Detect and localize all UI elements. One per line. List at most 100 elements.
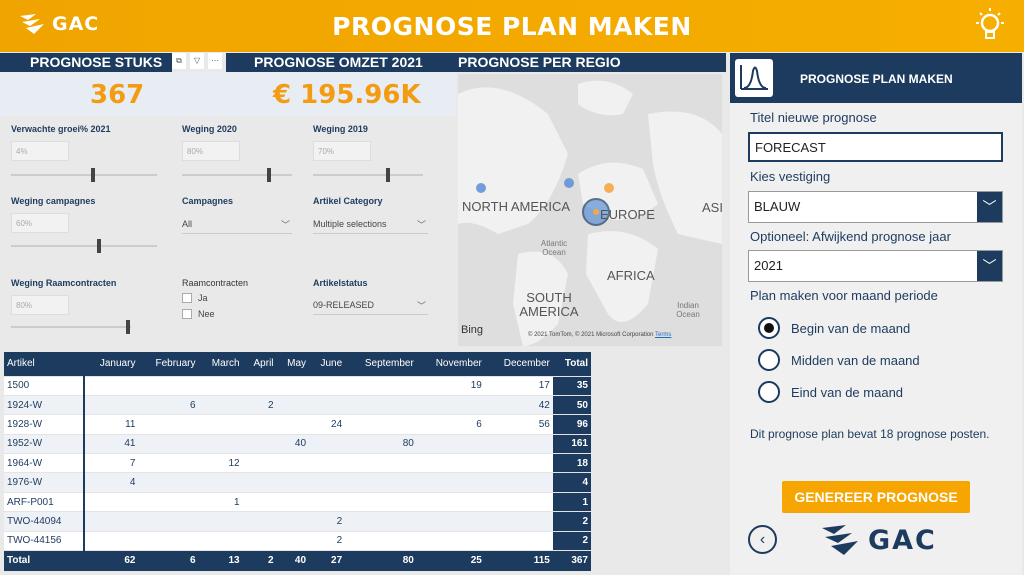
bell-curve-icon [735, 59, 773, 97]
table-cell: 42 [484, 394, 553, 415]
radio-label: Begin van de maand [791, 320, 911, 336]
w2020-slider-handle[interactable] [267, 168, 271, 182]
wraam-slider[interactable] [11, 320, 131, 334]
region-bubble[interactable] [604, 183, 614, 193]
radio-selected-icon[interactable] [758, 317, 780, 339]
campagnes-value: All [182, 219, 193, 229]
table-cell [242, 491, 277, 512]
table-cell: 2 [552, 511, 591, 532]
plan-panel: PROGNOSE PLAN MAKEN Titel nieuwe prognos… [730, 53, 1022, 575]
forecast-matrix: Artikel January February March April May June S… [4, 352, 591, 571]
w2019-input[interactable]: 70% [313, 141, 371, 161]
generate-button[interactable]: GENEREER PROGNOSE [782, 481, 970, 513]
table-row[interactable]: 1928-W 11 24 6 56 96 [4, 414, 591, 435]
table-row[interactable]: 1500 19 17 35 [4, 375, 591, 396]
w2020-input[interactable]: 80% [182, 141, 240, 161]
wcamp-input[interactable]: 60% [11, 213, 69, 233]
column-header[interactable]: January [84, 352, 139, 376]
map-ocean-label: Indian Ocean [676, 301, 700, 319]
table-cell: 1 [198, 491, 243, 512]
region-bubble[interactable] [564, 178, 574, 188]
column-header[interactable]: Artikel [4, 352, 85, 376]
table-cell [345, 511, 417, 532]
chevron-down-icon: ﹀ [416, 220, 426, 230]
table-row[interactable]: 1924-W 6 2 42 50 [4, 394, 591, 415]
table-row[interactable]: ARF-P001 1 1 [4, 491, 591, 512]
column-header[interactable]: November [416, 352, 485, 376]
column-header[interactable]: December [484, 352, 553, 376]
map-label: NORTH AMERICA [462, 199, 571, 214]
total-cell: 367 [552, 550, 591, 571]
chevron-down-icon[interactable]: ﹀ [977, 251, 1002, 281]
table-cell: 4 [552, 472, 591, 493]
table-cell [242, 511, 277, 532]
wcamp-slider[interactable] [11, 239, 157, 253]
column-header[interactable]: April [242, 352, 277, 376]
table-row[interactable]: TWO-44156 2 2 [4, 530, 591, 551]
w2019-slider-handle[interactable] [386, 168, 390, 182]
radio-midden[interactable]: Midden van de maand [758, 349, 920, 371]
column-header[interactable]: September [345, 352, 417, 376]
chevron-down-icon[interactable]: ﹀ [977, 192, 1002, 222]
groei-slider[interactable] [11, 168, 157, 182]
wraam-input[interactable]: 80% [11, 295, 69, 315]
groei-slider-handle[interactable] [91, 168, 95, 182]
map-terms-link[interactable]: Terms [655, 332, 671, 338]
radio-empty-icon[interactable] [758, 349, 780, 371]
total-cell: 2 [242, 550, 277, 571]
radio-eind[interactable]: Eind van de maand [758, 381, 903, 403]
table-cell: 56 [484, 414, 553, 435]
campagnes-dropdown[interactable]: All ﹀ [182, 216, 292, 234]
table-cell [138, 472, 199, 493]
table-cell [84, 530, 139, 551]
table-row[interactable]: 1976-W 4 4 [4, 472, 591, 493]
raam-ja-checkbox[interactable]: Ja [182, 293, 208, 303]
total-cell: 115 [484, 550, 553, 571]
copy-icon[interactable]: ⧉ [172, 53, 186, 69]
region-bubble[interactable] [593, 209, 599, 215]
raam-nee-checkbox[interactable]: Nee [182, 309, 215, 319]
w2019-slider[interactable] [313, 168, 423, 182]
region-bubble[interactable] [476, 183, 486, 193]
table-cell: 41 [84, 433, 139, 454]
table-cell [416, 491, 485, 512]
titel-input[interactable]: FORECAST [748, 132, 1003, 162]
status-dropdown[interactable]: 09-RELEASED ﹀ [313, 297, 428, 315]
table-cell [84, 511, 139, 532]
wcamp-label: Weging campagnes [11, 196, 96, 206]
table-row[interactable]: TWO-44094 2 2 [4, 511, 591, 532]
table-cell: 11 [84, 414, 139, 435]
filter-icon[interactable]: ▽ [190, 53, 204, 69]
raam-label: Raamcontracten [182, 278, 249, 288]
gac-logo-bottom: GAC [820, 523, 937, 557]
w2020-label: Weging 2020 [182, 124, 237, 134]
lightbulb-icon[interactable] [972, 6, 1008, 46]
column-header[interactable]: February [138, 352, 199, 376]
column-header[interactable]: March [198, 352, 243, 376]
radio-label: Midden van de maand [791, 352, 920, 368]
jaar-select[interactable]: 2021 ﹀ [748, 250, 1003, 282]
table-cell [484, 453, 553, 473]
table-cell [345, 375, 417, 396]
column-header[interactable]: June [309, 352, 346, 376]
more-options-icon[interactable]: ⋯ [208, 53, 222, 69]
w2020-slider[interactable] [182, 168, 292, 182]
table-cell [138, 491, 199, 512]
artcat-dropdown[interactable]: Multiple selections ﹀ [313, 216, 428, 234]
groei-input[interactable]: 4% [11, 141, 69, 161]
radio-empty-icon[interactable] [758, 381, 780, 403]
table-cell: 1 [552, 491, 591, 512]
chevron-left-icon[interactable]: ‹ [748, 525, 777, 554]
table-cell: 2 [309, 511, 346, 532]
vestiging-select[interactable]: BLAUW ﹀ [748, 191, 1003, 223]
region-map[interactable]: NORTH AMERICA EUROPE ASI AFRICA SOUTH AM… [458, 74, 722, 346]
table-row[interactable]: 1952-W 41 40 80 161 [4, 433, 591, 454]
table-row[interactable]: 1964-W 7 12 18 [4, 453, 591, 473]
column-header[interactable]: May [276, 352, 310, 376]
wcamp-slider-handle[interactable] [97, 239, 101, 253]
map-label: EUROPE [600, 207, 655, 222]
wraam-slider-handle[interactable] [126, 320, 130, 334]
section-regio-header: PROGNOSE PER REGIO [456, 53, 726, 72]
radio-begin[interactable]: Begin van de maand [758, 317, 910, 339]
column-header[interactable]: Total [552, 352, 591, 376]
